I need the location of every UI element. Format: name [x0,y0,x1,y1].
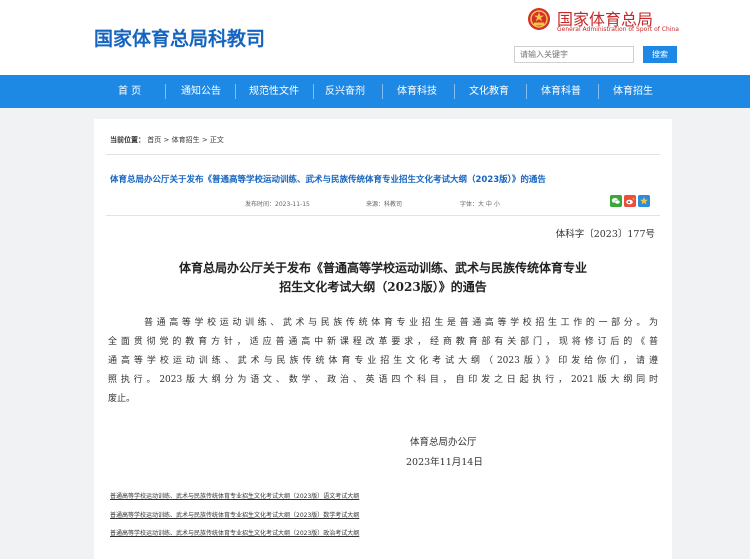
nav-divider [313,84,314,99]
nav-item-anti-doping[interactable]: 反兴奋剂 [325,75,365,108]
breadcrumb: 当前位置： 首页 > 体育招生 > 正文 [110,135,224,145]
org-subtitle: General Administration of Sport of China [557,26,679,33]
wechat-icon[interactable] [610,195,622,207]
breadcrumb-separator: > [163,136,170,144]
site-title[interactable]: 国家体育总局科教司 [94,24,265,51]
document-title-line: 体育总局办公厅关于发布《普通高等学校运动训练、武术与民族传统体育专业 [178,261,587,275]
body-line: 废止。 [108,394,136,404]
nav-item-science-popularization[interactable]: 体育科普 [541,75,581,108]
main-nav: 首 页 通知公告 规范性文件 反兴奋剂 体育科技 文化教育 体育科普 体育招生 [0,75,750,108]
attachment-link-math[interactable]: 普通高等学校运动训练、武术与民族传统体育专业招生文化考试大纲（2023版）数学考… [110,510,359,519]
nav-divider [382,84,383,99]
breadcrumb-admissions[interactable]: 体育招生 [172,136,200,144]
document-title: 体育总局办公厅关于发布《普通高等学校运动训练、武术与民族传统体育专业 招生文化考… [114,259,652,297]
breadcrumb-current: 正文 [209,136,224,144]
nav-item-sports-tech[interactable]: 体育科技 [397,75,437,108]
body-line: 照执行。2023版大纲分为语文、数学、政治、英语四个科目，自印发之日起执行，20… [108,375,658,385]
nav-item-regulations[interactable]: 规范性文件 [249,75,299,108]
document-number: 体科字〔2023〕177号 [555,229,655,240]
breadcrumb-separator: > [201,136,208,144]
weibo-icon[interactable] [624,195,636,207]
nav-divider [165,84,166,99]
nav-divider [235,84,236,99]
article-meta: 发布时间：2023-11-15 来源：科教司 字体：大 中 小 [94,199,672,211]
font-size-selector[interactable]: 字体：大 中 小 [460,199,500,208]
search-button[interactable]: 搜索 [643,46,677,63]
nav-item-home[interactable]: 首 页 [118,75,141,108]
signature-org: 体育总局办公厅 [410,437,477,448]
document-body: 普通高等学校运动训练、武术与民族传统体育专业招生是普通高等学校招生工作的一部分。… [108,314,658,409]
body-line: 全面贯彻党的教育方针，适应普通高中新课程改革要求，经商教育部有关部门，现将修订后… [108,337,658,347]
body-line: 通高等学校运动训练、武术与民族传统体育专业招生文化考试大纲（2023版）》印发给… [108,356,658,366]
divider [106,215,660,216]
star-icon[interactable] [638,195,650,207]
breadcrumb-home[interactable]: 首页 [147,136,161,144]
nav-item-notices[interactable]: 通知公告 [181,75,221,108]
article-source: 来源：科教司 [366,201,403,208]
nav-divider [454,84,455,99]
national-emblem-icon [528,8,550,30]
nav-item-culture-education[interactable]: 文化教育 [469,75,509,108]
divider [106,154,660,155]
nav-divider [598,84,599,99]
nav-divider [526,84,527,99]
article-title: 体育总局办公厅关于发布《普通高等学校运动训练、武术与民族传统体育专业招生文化考试… [110,175,546,185]
nav-item-admissions[interactable]: 体育招生 [613,75,653,108]
attachment-link-politics[interactable]: 普通高等学校运动训练、武术与民族传统体育专业招生文化考试大纲（2023版）政治考… [110,528,359,537]
article-panel: 当前位置： 首页 > 体育招生 > 正文 体育总局办公厅关于发布《普通高等学校运… [94,119,672,559]
publish-time: 发布时间：2023-11-15 [245,201,310,208]
attachment-link-chinese[interactable]: 普通高等学校运动训练、武术与民族传统体育专业招生文化考试大纲（2023版）语文考… [110,491,359,500]
body-line: 普通高等学校运动训练、武术与民族传统体育专业招生是普通高等学校招生工作的一部分。… [144,318,658,328]
search-input[interactable] [514,46,634,63]
document-title-line: 招生文化考试大纲（2023版）》的通告 [279,280,487,294]
breadcrumb-label: 当前位置： [110,136,145,144]
site-header: 国家体育总局科教司 国家体育总局 General Administration … [0,0,750,75]
signature-date: 2023年11月14日 [406,457,483,468]
